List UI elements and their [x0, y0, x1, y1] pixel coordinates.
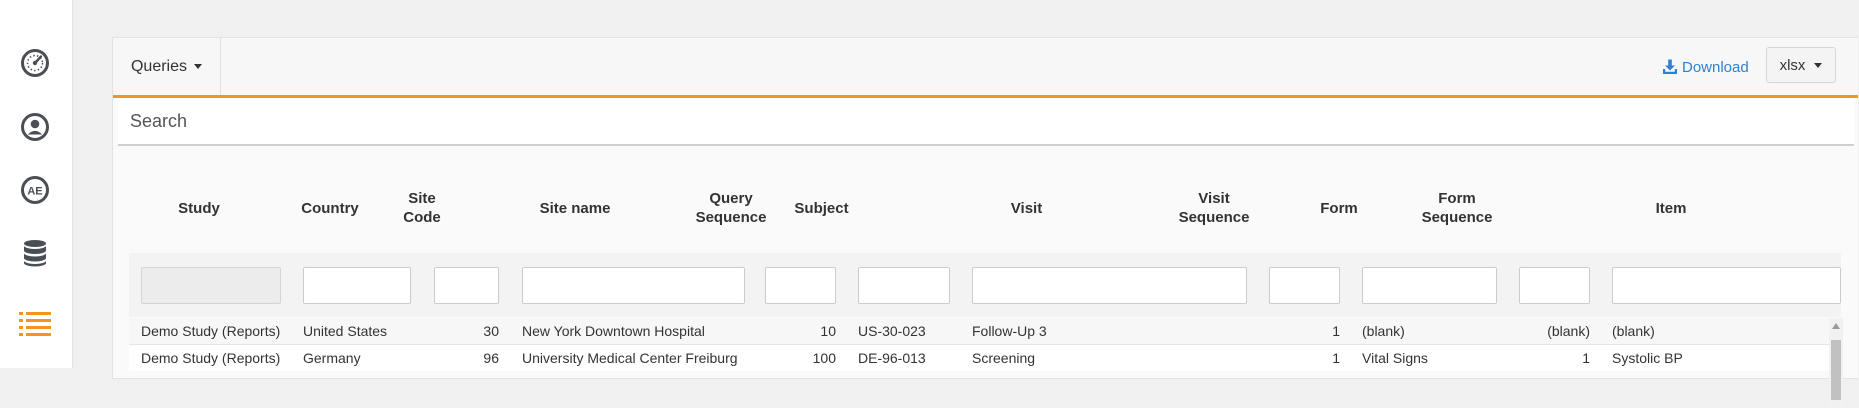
filter-query-sequence[interactable]	[765, 267, 836, 304]
filter-subject[interactable]	[858, 267, 950, 304]
column-header-site-name[interactable]: Site name	[463, 178, 687, 238]
filter-visit[interactable]	[972, 267, 1247, 304]
cell-form-sequence: (blank)	[1547, 323, 1590, 339]
queries-dropdown-button[interactable]: Queries	[113, 38, 221, 95]
cell-site-name: University Medical Center Freiburg	[522, 350, 738, 366]
user-icon	[21, 113, 49, 141]
filter-site-code[interactable]	[434, 267, 499, 304]
download-label: Download	[1682, 58, 1749, 76]
caret-down-icon	[194, 64, 203, 69]
reports-nav-item[interactable]	[18, 306, 52, 340]
cell-subject: DE-96-013	[858, 350, 926, 366]
ae-icon: AE	[21, 176, 49, 204]
caret-down-icon	[1814, 62, 1823, 68]
filter-visit-sequence[interactable]	[1269, 267, 1340, 304]
table-row[interactable]: Demo Study (Reports) Germany 96 Universi…	[129, 345, 1829, 371]
filter-form-sequence[interactable]	[1519, 267, 1590, 304]
adverse-events-nav-item[interactable]: AE	[18, 173, 52, 207]
cell-country: Germany	[303, 350, 361, 366]
dashboard-nav-item[interactable]	[18, 46, 52, 80]
gauge-icon	[21, 49, 49, 77]
svg-text:AE: AE	[27, 186, 42, 198]
list-icon	[19, 312, 51, 336]
column-header-item[interactable]: Item	[1501, 178, 1841, 238]
queries-label: Queries	[130, 57, 188, 75]
cell-site-code: 30	[483, 323, 499, 339]
column-header-site-code[interactable]: Site Code	[389, 178, 455, 238]
subjects-nav-item[interactable]	[18, 110, 52, 144]
table-scrollbar[interactable]	[1829, 318, 1843, 408]
cell-form-sequence: 1	[1582, 350, 1590, 366]
cell-query-sequence: 10	[820, 323, 836, 339]
scroll-up-icon[interactable]	[1832, 323, 1840, 329]
search-bar	[118, 98, 1854, 146]
cell-visit-sequence: 1	[1332, 350, 1340, 366]
cell-country: United States	[303, 323, 388, 339]
report-toolbar: Queries Download xlsx	[113, 38, 1858, 98]
column-header-visit-sequence[interactable]: Visit Sequence	[1178, 178, 1250, 238]
filter-country[interactable]	[303, 267, 411, 304]
cell-subject: US-30-023	[858, 323, 926, 339]
cell-form: (blank)	[1362, 323, 1405, 339]
cell-site-code: 96	[483, 350, 499, 366]
search-input[interactable]	[118, 98, 1854, 144]
column-header-country[interactable]: Country	[275, 178, 385, 238]
data-nav-item[interactable]	[18, 236, 52, 270]
cell-form: Vital Signs	[1362, 350, 1428, 366]
column-header-form[interactable]: Form	[1271, 178, 1407, 238]
cell-site-name: New York Downtown Hospital	[522, 323, 705, 339]
download-icon	[1663, 59, 1677, 74]
filter-site-name[interactable]	[522, 267, 745, 304]
column-header-form-sequence[interactable]: Form Sequence	[1421, 178, 1493, 238]
scrollbar-thumb[interactable]	[1831, 340, 1841, 400]
download-link[interactable]: Download	[1662, 56, 1749, 78]
database-icon	[24, 240, 46, 267]
queries-table: Study Country Site Code Site name Query …	[129, 178, 1843, 408]
cell-item: (blank)	[1612, 323, 1655, 339]
filter-item[interactable]	[1612, 267, 1841, 304]
filter-study	[141, 267, 281, 304]
column-header-query-sequence[interactable]: Query Sequence	[695, 178, 767, 238]
table-row[interactable]: Demo Study (Reports) United States 30 Ne…	[129, 318, 1829, 345]
filter-form[interactable]	[1362, 267, 1497, 304]
export-format-select[interactable]: xlsx	[1766, 47, 1836, 83]
format-value: xlsx	[1779, 56, 1806, 74]
cell-study: Demo Study (Reports)	[141, 323, 281, 339]
report-panel: Queries Download xlsx Study Country Site…	[112, 37, 1858, 408]
sidebar-nav: AE	[0, 0, 73, 368]
cell-visit: Screening	[972, 350, 1036, 366]
cell-item: Systolic BP	[1612, 350, 1683, 366]
cell-visit: Follow-Up 3	[972, 323, 1047, 339]
cell-study: Demo Study (Reports)	[141, 350, 281, 366]
column-header-visit[interactable]: Visit	[889, 178, 1164, 238]
cell-visit-sequence: 1	[1332, 323, 1340, 339]
cell-query-sequence: 100	[812, 350, 836, 366]
column-header-subject[interactable]: Subject	[774, 178, 869, 238]
column-header-study[interactable]: Study	[129, 178, 269, 238]
